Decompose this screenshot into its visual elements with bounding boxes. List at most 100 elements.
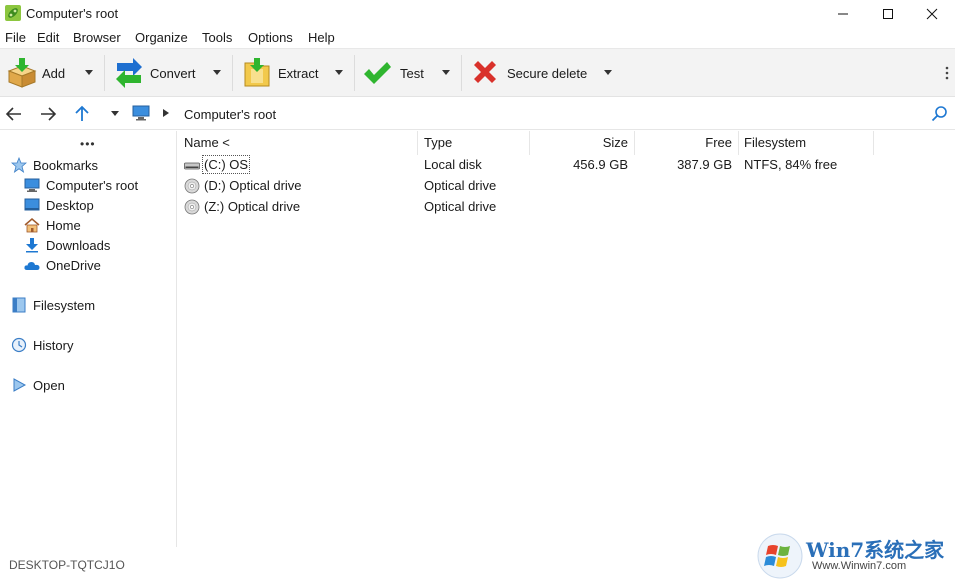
chevron-down-icon [442, 70, 450, 75]
back-arrow-icon[interactable] [4, 105, 24, 123]
hard-drive-icon [184, 162, 200, 170]
menu-tools[interactable]: Tools [202, 30, 232, 45]
more-options-icon[interactable] [945, 66, 949, 80]
chevron-down-icon [335, 70, 343, 75]
watermark-brand: Win7系统之家 [806, 538, 945, 562]
watermark: Win7系统之家 Www.Winwin7.com [756, 530, 955, 581]
column-header-name[interactable]: Name < [178, 131, 418, 155]
sidebar-item-label: Bookmarks [33, 157, 99, 173]
sidebar-item-computers-root[interactable]: Computer's root [24, 176, 138, 194]
row-type: Local disk [424, 157, 482, 172]
column-header-size[interactable]: Size [530, 131, 635, 155]
convert-arrows-icon [116, 58, 142, 88]
desktop-icon [24, 198, 40, 211]
sidebar-more-icon[interactable]: ••• [80, 137, 96, 151]
sidebar-item-filesystem[interactable]: Filesystem [11, 296, 95, 314]
secure-delete-label: Secure delete [507, 66, 588, 81]
title-bar: Computer's root [0, 0, 955, 28]
optical-disc-icon [184, 199, 200, 215]
maximize-icon [883, 9, 893, 19]
windows-logo-icon [757, 533, 803, 579]
row-name-focus: (C:) OS [202, 155, 251, 174]
peazip-logo-icon [5, 5, 21, 21]
menu-browser[interactable]: Browser [73, 30, 121, 45]
watermark-url: Www.Winwin7.com [812, 560, 907, 572]
star-icon [11, 157, 27, 173]
clock-icon [11, 337, 27, 353]
extract-button[interactable]: Extract [235, 49, 351, 97]
sidebar-item-label: Filesystem [33, 297, 96, 313]
toolbar-separator [354, 55, 355, 91]
sidebar-item-open[interactable]: Open [11, 376, 65, 394]
add-button[interactable]: Add [0, 49, 102, 97]
add-label: Add [42, 66, 66, 81]
sidebar-item-label: OneDrive [46, 257, 101, 273]
computer-name: DESKTOP-TQTCJ1O [9, 558, 125, 572]
optical-disc-icon [184, 178, 200, 194]
home-icon [24, 218, 40, 233]
close-icon [926, 8, 938, 20]
checkmark-icon [364, 62, 391, 84]
column-header-free[interactable]: Free [635, 131, 739, 155]
address-bar: Computer's root [0, 98, 955, 130]
menu-bar: File Edit Browser Organize Tools Options… [0, 28, 955, 48]
sidebar-item-bookmarks[interactable]: Bookmarks [11, 156, 98, 174]
cloud-icon [24, 262, 40, 270]
test-button[interactable]: Test [357, 49, 459, 97]
chevron-down-icon [604, 70, 612, 75]
computer-icon [132, 105, 150, 121]
minimize-button[interactable] [820, 0, 866, 28]
sidebar-item-label: Computer's root [46, 177, 139, 193]
chevron-down-icon [85, 70, 93, 75]
secure-delete-button[interactable]: Secure delete [464, 49, 618, 97]
sidebar: ••• Bookmarks Computer's root Desktop Ho… [0, 131, 177, 547]
toolbar-separator [461, 55, 462, 91]
close-button[interactable] [909, 0, 955, 28]
column-header-type[interactable]: Type [418, 131, 530, 155]
toolbar-separator [104, 55, 105, 91]
sidebar-item-downloads[interactable]: Downloads [24, 236, 110, 254]
computer-icon [24, 178, 40, 192]
toolbar-separator [232, 55, 233, 91]
menu-organize[interactable]: Organize [135, 30, 188, 45]
breadcrumb-chevron-icon[interactable] [163, 109, 169, 117]
menu-options[interactable]: Options [248, 30, 293, 45]
table-row[interactable]: (D:) Optical drive Optical drive [178, 176, 878, 197]
row-free: 387.9 GB [677, 157, 732, 172]
toolbar: Add Convert Extract Test Secure delete [0, 48, 955, 97]
history-dropdown-icon[interactable] [111, 111, 119, 117]
window-title: Computer's root [26, 6, 119, 21]
sidebar-item-label: Home [46, 217, 81, 233]
delete-x-icon [474, 61, 496, 83]
sidebar-item-home[interactable]: Home [24, 216, 81, 234]
sidebar-item-history[interactable]: History [11, 336, 73, 354]
sidebar-item-label: Open [33, 377, 65, 393]
sidebar-item-label: Desktop [46, 197, 94, 213]
convert-button[interactable]: Convert [107, 49, 229, 97]
row-filesystem: NTFS, 84% free [744, 157, 838, 172]
row-type: Optical drive [424, 178, 497, 193]
column-header-filesystem[interactable]: Filesystem [739, 131, 874, 155]
search-icon[interactable] [931, 105, 948, 122]
menu-edit[interactable]: Edit [37, 30, 59, 45]
add-archive-icon [7, 58, 37, 88]
sidebar-item-onedrive[interactable]: OneDrive [24, 256, 101, 274]
menu-file[interactable]: File [5, 30, 26, 45]
menu-help[interactable]: Help [308, 30, 335, 45]
row-name: (C:) OS [204, 157, 249, 172]
sidebar-item-label: History [33, 337, 74, 353]
row-name: (Z:) Optical drive [204, 199, 301, 214]
download-arrow-icon [26, 238, 38, 253]
forward-arrow-icon[interactable] [38, 105, 58, 123]
table-row[interactable]: (C:) OS Local disk 456.9 GB 387.9 GB NTF… [178, 155, 878, 176]
extract-folder-icon [244, 58, 270, 87]
address-path[interactable]: Computer's root [184, 107, 276, 122]
sidebar-item-desktop[interactable]: Desktop [24, 196, 94, 214]
extract-label: Extract [278, 66, 319, 81]
row-type: Optical drive [424, 199, 497, 214]
convert-label: Convert [150, 66, 196, 81]
table-row[interactable]: (Z:) Optical drive Optical drive [178, 197, 878, 218]
row-size: 456.9 GB [573, 157, 628, 172]
maximize-button[interactable] [865, 0, 911, 28]
up-arrow-icon[interactable] [72, 105, 92, 123]
